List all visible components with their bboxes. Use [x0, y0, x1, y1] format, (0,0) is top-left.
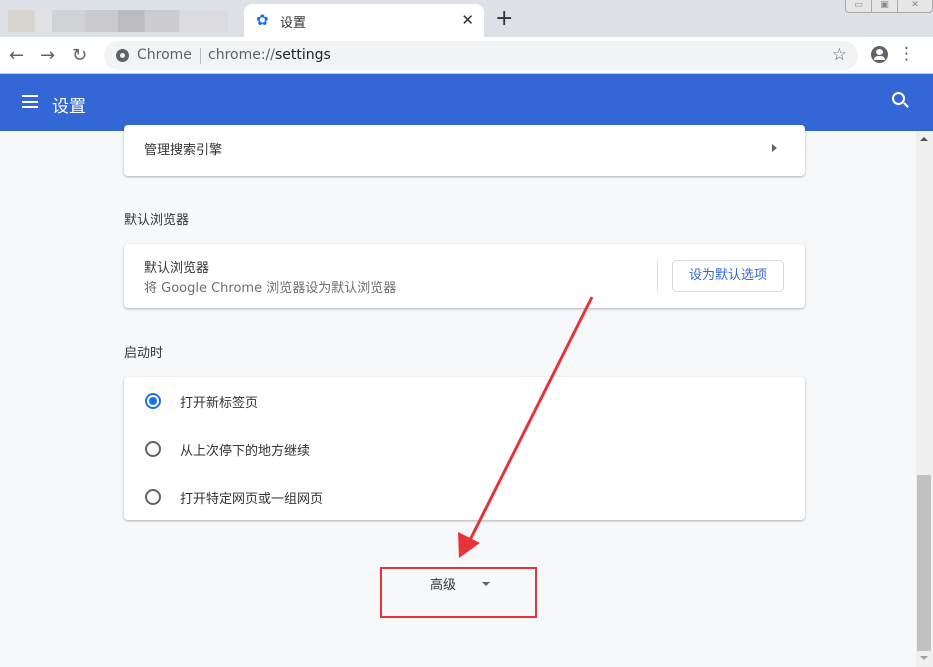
scroll-up-arrow-icon[interactable] [920, 137, 928, 141]
scroll-down-arrow-icon[interactable] [920, 656, 928, 660]
tab-settings[interactable]: ✿ 设置 ✕ [244, 4, 484, 37]
bookmark-star-icon[interactable]: ☆ [832, 45, 847, 65]
on-startup-card: 打开新标签页 从上次停下的地方继续 打开特定网页或一组网页 [124, 377, 805, 520]
search-icon[interactable] [892, 92, 905, 105]
back-arrow-icon[interactable]: ← [9, 45, 24, 66]
chevron-right-icon [772, 144, 777, 152]
browser-toolbar: ← → ↻ Chrome chrome://settings ☆ ⋮ [0, 37, 933, 74]
scrollbar-thumb[interactable] [917, 475, 931, 651]
minimize-button[interactable]: ▭ [846, 0, 872, 12]
url-path: settings [275, 47, 331, 63]
omnibox-separator [200, 48, 201, 64]
tab-blurred[interactable] [8, 10, 228, 32]
hamburger-menu-icon[interactable] [22, 95, 38, 108]
site-chip: Chrome [137, 47, 192, 63]
new-tab-button[interactable]: + [495, 6, 513, 31]
startup-option-continue[interactable]: 从上次停下的地方继续 [124, 425, 805, 473]
startup-option-label: 打开新标签页 [180, 396, 259, 411]
page-title: 设置 [52, 97, 86, 117]
divider [657, 259, 658, 293]
make-default-button[interactable]: 设为默认选项 [672, 260, 784, 292]
default-browser-title: 默认浏览器 [144, 261, 210, 276]
startup-option-label: 从上次停下的地方继续 [180, 444, 311, 459]
on-startup-section-title: 启动时 [124, 346, 164, 361]
radio-checked-icon[interactable] [145, 393, 161, 409]
manage-search-engines-label: 管理搜索引擎 [144, 143, 223, 158]
chrome-icon [116, 49, 129, 62]
default-browser-subtitle: 将 Google Chrome 浏览器设为默认浏览器 [144, 281, 397, 296]
more-menu-icon[interactable]: ⋮ [898, 44, 915, 64]
forward-arrow-icon[interactable]: → [40, 45, 55, 66]
address-bar[interactable]: Chrome chrome://settings [104, 41, 858, 70]
gear-icon: ✿ [256, 11, 269, 29]
profile-avatar-icon[interactable] [871, 46, 888, 63]
close-window-button[interactable]: ✕ [898, 0, 932, 12]
startup-option-new-tab[interactable]: 打开新标签页 [124, 377, 805, 425]
window-controls: ▭ ▣ ✕ [845, 0, 933, 13]
url-scheme: chrome:// [208, 47, 275, 63]
annotation-highlight-box [380, 567, 537, 618]
scrollbar[interactable] [916, 131, 933, 667]
startup-option-label: 打开特定网页或一组网页 [180, 492, 324, 507]
tab-strip: ✿ 设置 ✕ + ▭ ▣ ✕ [0, 0, 933, 37]
reload-icon[interactable]: ↻ [72, 45, 87, 66]
default-browser-section-title: 默认浏览器 [124, 213, 190, 228]
startup-option-specific-pages[interactable]: 打开特定网页或一组网页 [124, 473, 805, 521]
radio-unchecked-icon[interactable] [145, 489, 161, 505]
settings-header: 设置 [0, 74, 933, 131]
maximize-button[interactable]: ▣ [872, 0, 898, 12]
manage-search-engines-row[interactable]: 管理搜索引擎 [124, 125, 805, 176]
url-text[interactable]: chrome://settings [208, 47, 331, 63]
settings-content: 管理搜索引擎 默认浏览器 默认浏览器 将 Google Chrome 浏览器设为… [0, 125, 916, 667]
default-browser-card: 默认浏览器 将 Google Chrome 浏览器设为默认浏览器 设为默认选项 [124, 244, 805, 308]
radio-unchecked-icon[interactable] [145, 441, 161, 457]
tab-close-button[interactable]: ✕ [461, 11, 474, 29]
tab-title: 设置 [280, 16, 307, 31]
